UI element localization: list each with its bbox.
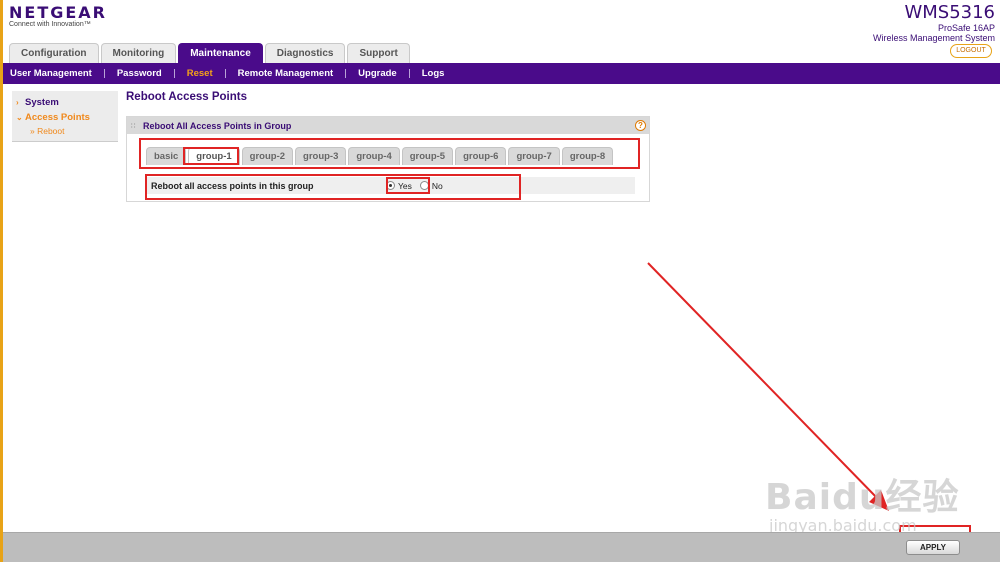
reboot-option-row: Reboot all access points in this group Y…	[146, 177, 635, 194]
watermark-main-text: Baidu经验	[765, 477, 960, 518]
group-tab-group-4[interactable]: group-4	[348, 147, 400, 165]
group-tab-group-3[interactable]: group-3	[295, 147, 347, 165]
group-tab-group-5[interactable]: group-5	[401, 147, 454, 165]
radio-no-option[interactable]: No	[419, 180, 443, 191]
logo-tagline: Connect with Innovation™	[9, 21, 91, 28]
subnav-password[interactable]: Password	[117, 68, 162, 79]
tab-support[interactable]: Support	[347, 43, 410, 63]
product-info: WMS5316 ProSafe 16AP Wireless Management…	[873, 2, 995, 43]
group-tab-group-2[interactable]: group-2	[241, 147, 294, 165]
apply-button[interactable]: APPLY	[906, 540, 960, 555]
sidebar-subitem-reboot[interactable]: » Reboot	[16, 125, 118, 138]
reboot-label: Reboot all access points in this group	[151, 180, 314, 191]
page-title: Reboot Access Points	[126, 91, 247, 103]
footer-bar: APPLY	[3, 532, 1000, 562]
radio-yes[interactable]	[386, 181, 395, 190]
subnav-remote-management[interactable]: Remote Management	[238, 68, 334, 79]
sidebar-item-label: Access Points	[25, 112, 90, 123]
radio-yes-label: Yes	[398, 180, 412, 191]
subnav-divider	[103, 69, 105, 78]
panel-header: ∷ Reboot All Access Points in Group	[127, 117, 649, 134]
radio-no[interactable]	[419, 181, 429, 190]
tab-maintenance[interactable]: Maintenance	[178, 43, 263, 63]
sub-nav-bar: User Management Password Reset Remote Ma…	[3, 63, 1000, 84]
subnav-divider	[408, 69, 410, 78]
logo-text: NETGEAR	[9, 3, 107, 22]
subnav-upgrade[interactable]: Upgrade	[358, 68, 397, 79]
netgear-logo: NETGEAR Connect with Innovation™	[9, 3, 107, 28]
sidebar-item-label: System	[25, 97, 59, 108]
sidebar-item-access-points[interactable]: ⌄ Access Points	[16, 110, 118, 125]
chevron-down-icon: ⌄	[16, 113, 23, 122]
subnav-logs[interactable]: Logs	[422, 68, 445, 79]
group-tab-group-7[interactable]: group-7	[508, 147, 560, 165]
group-tab-group-6[interactable]: group-6	[455, 147, 507, 165]
group-tab-group-1[interactable]: group-1	[188, 147, 240, 165]
product-line-1: ProSafe 16AP	[937, 23, 995, 33]
subnav-reset[interactable]: Reset	[187, 68, 213, 79]
subnav-divider	[224, 69, 226, 78]
tab-diagnostics[interactable]: Diagnostics	[264, 43, 346, 63]
subnav-divider	[173, 69, 175, 78]
chevron-right-icon: ›	[16, 98, 19, 107]
product-model: WMS5316	[904, 2, 995, 23]
tab-configuration[interactable]: Configuration	[9, 43, 99, 63]
sidebar-item-system[interactable]: › System	[16, 95, 118, 110]
help-icon[interactable]: ?	[635, 120, 646, 131]
drag-handle-icon: ∷	[131, 122, 136, 130]
subnav-divider	[345, 69, 347, 78]
panel-title: Reboot All Access Points in Group	[143, 120, 292, 131]
group-tab-basic[interactable]: basic	[146, 147, 187, 165]
baidu-watermark: Baidu经验 jingyan.baidu.com	[765, 468, 959, 535]
group-tabs: basic group-1 group-2 group-3 group-4 gr…	[146, 147, 614, 165]
radio-yes-option[interactable]: Yes	[386, 181, 412, 191]
radio-no-label: No	[431, 180, 443, 191]
tab-monitoring[interactable]: Monitoring	[100, 43, 177, 63]
app-window: NETGEAR Connect with Innovation™ WMS5316…	[0, 0, 1000, 562]
main-tabs: Configuration Monitoring Maintenance Dia…	[9, 43, 410, 63]
logout-button[interactable]: LOGOUT	[950, 44, 992, 58]
group-tab-group-8[interactable]: group-8	[561, 147, 614, 165]
reboot-panel: ∷ Reboot All Access Points in Group ? ba…	[126, 116, 650, 202]
subnav-user-management[interactable]: User Management	[10, 68, 92, 79]
product-line-2: Wireless Management System	[872, 33, 995, 43]
sidebar: › System ⌄ Access Points » Reboot	[12, 91, 118, 142]
